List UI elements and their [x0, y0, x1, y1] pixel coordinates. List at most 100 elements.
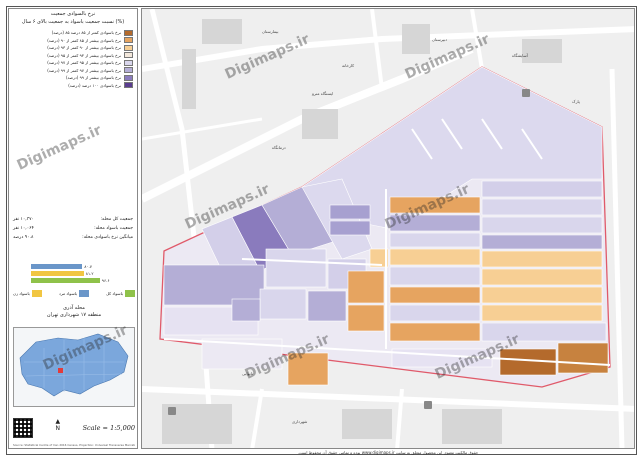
census-block[interactable]	[259, 288, 307, 320]
footer-box: ▲ N Scale = 1:5,000	[13, 411, 135, 445]
legend-item: نرخ باسوادی ۱۰۰ درصد (درصد)	[13, 82, 133, 90]
legend-label: نرخ باسوادی بیشتر از ۹۷ کمتر از ۹۹ (درصد…	[47, 67, 121, 73]
category-swatch	[31, 290, 42, 297]
category-item: باسواد مرد	[59, 290, 89, 297]
stat-label: میانگین نرخ باسوادی محله:	[82, 235, 133, 240]
legend-title: نرخ بالسوادی جمعیت	[50, 11, 96, 17]
literacy-bars: ۸۰.۷ ۸۱.۲ ۹۶.۶	[31, 263, 135, 287]
legend-label: نرخ باسوادی بیشتر از ۸۵ کمتر از ۹۰ (درصد…	[47, 37, 121, 43]
credit: Source: Statistical Centre of Iran 2016 …	[13, 443, 135, 447]
legend-swatch	[124, 59, 133, 66]
north-label: N	[55, 425, 61, 432]
legend-swatch	[124, 29, 133, 36]
stat-row: جمعیت باسواد محله: ۱۰,۰۶۴ نفر	[13, 226, 133, 235]
district-name: منطقه ۱۷ شهرداری تهران	[46, 312, 102, 318]
stat-row: میانگین نرخ باسوادی محله: ۹۰.۸ درصد	[13, 235, 133, 244]
census-block[interactable]	[347, 270, 385, 304]
legend-label: نرخ باسوادی بیشتر از ۹۳ کمتر از ۹۵ (درصد…	[47, 52, 121, 58]
stat-label: جمعیت باسواد محله:	[94, 226, 133, 231]
legend-swatch	[124, 67, 133, 74]
legend-label: نرخ باسوادی بیشتر از ۹۵ کمتر از ۹۷ (درصد…	[47, 60, 121, 66]
stat-row: جمعیت کل محله: ۱۰,۳۷۰ نفر	[13, 217, 133, 226]
legend-item: نرخ باسوادی بیشتر از ۹۵ کمتر از ۹۷ (درصد…	[13, 59, 133, 67]
basemap-building	[182, 49, 196, 109]
census-block[interactable]	[389, 304, 481, 322]
legend-swatch	[124, 44, 133, 51]
bar-row: ۹۶.۶	[31, 277, 135, 283]
map-label: شهرداری	[292, 419, 308, 424]
bar-row: ۸۱.۲	[31, 270, 135, 276]
bar	[31, 270, 84, 276]
census-block[interactable]	[231, 298, 261, 322]
census-block[interactable]	[481, 234, 603, 250]
category-label: باسواد زن	[13, 291, 30, 296]
census-block[interactable]	[481, 250, 603, 268]
bar-row: ۸۰.۷	[31, 263, 135, 269]
legend-swatch	[124, 37, 133, 44]
map-label: دبیرستان	[432, 37, 448, 42]
census-block[interactable]	[481, 180, 603, 198]
legend-subtitle: نسبت جمعیت باسواد به جمعیت بالای ۶ سال (…	[21, 19, 125, 25]
legend-item: نرخ باسوادی بیشتر از ۹۷ کمتر از ۹۹ (درصد…	[13, 67, 133, 75]
legend-item: نرخ باسوادی کمتر از ۸۵ درصد ۸۵ (درصد)	[13, 29, 133, 37]
bar-value: ۹۶.۶	[101, 277, 110, 283]
map-label: پارک	[572, 99, 580, 104]
map-label: آسایشگاه	[512, 53, 528, 58]
neighborhood-name: محله آذری	[63, 305, 85, 311]
region-title: محله آذری منطقه ۱۷ شهرداری تهران	[13, 305, 135, 319]
census-block[interactable]	[389, 248, 481, 266]
stats-block: جمعیت کل محله: ۱۰,۳۷۰ نفر جمعیت باسواد م…	[13, 217, 133, 244]
stat-value: ۱۰,۰۶۴ نفر	[13, 226, 34, 231]
stat-label: جمعیت کل محله:	[100, 217, 133, 222]
census-block[interactable]	[329, 220, 371, 236]
category-swatch	[125, 290, 135, 297]
category-label: باسواد کل	[106, 291, 123, 296]
legend-label: نرخ باسوادی بیشتر از ۹۹ (درصد)	[65, 75, 121, 81]
census-block[interactable]	[329, 204, 371, 220]
census-block[interactable]	[481, 216, 603, 234]
category-item: باسواد کل	[106, 290, 135, 297]
scale-label: Scale = 1:5,000	[82, 424, 135, 432]
bar-value: ۸۱.۲	[85, 270, 94, 276]
census-block[interactable]	[307, 290, 347, 322]
census-block[interactable]	[481, 268, 603, 286]
qr-code-icon	[13, 418, 33, 438]
stat-value: ۱۰,۳۷۰ نفر	[13, 217, 34, 222]
census-block[interactable]	[557, 342, 609, 374]
map-label: درمانگاه	[272, 145, 286, 150]
map-label: بیمارستان	[262, 29, 279, 34]
census-block[interactable]	[389, 266, 481, 286]
category-label: باسواد مرد	[58, 291, 77, 296]
census-block[interactable]	[481, 198, 603, 216]
basemap-building	[302, 109, 338, 139]
map-label: ایستگاه مترو	[312, 91, 334, 96]
north-arrow-icon: ▲	[55, 418, 61, 425]
parking-icon	[168, 407, 176, 415]
map-label: کارخانه	[342, 63, 355, 68]
legend-item: نرخ باسوادی بیشتر از ۸۵ کمتر از ۹۰ (درصد…	[13, 37, 133, 45]
legend-list: نرخ باسوادی کمتر از ۸۵ درصد ۸۵ (درصد) نر…	[13, 29, 133, 89]
basemap-building	[522, 39, 562, 63]
category-swatch	[79, 290, 89, 297]
stat-value: ۹۰.۸ درصد	[13, 235, 34, 240]
census-block[interactable]	[481, 304, 603, 322]
inset-highlight	[58, 368, 63, 373]
legend-label: نرخ باسوادی بیشتر از ۹۰ کمتر از ۹۳ (درصد…	[47, 45, 121, 51]
north-arrow: ▲ N	[51, 418, 65, 438]
legend-label: نرخ باسوادی کمتر از ۸۵ درصد ۸۵ (درصد)	[51, 30, 121, 36]
legend-item: نرخ باسوادی بیشتر از ۹۳ کمتر از ۹۵ (درصد…	[13, 52, 133, 60]
bar	[31, 277, 100, 283]
legend-item: نرخ باسوادی بیشتر از ۹۰ کمتر از ۹۳ (درصد…	[13, 44, 133, 52]
category-item: باسواد زن	[13, 290, 42, 297]
parking-icon	[522, 89, 530, 97]
census-block[interactable]	[347, 304, 385, 332]
census-block[interactable]	[389, 286, 481, 304]
bar-value: ۸۰.۷	[84, 263, 92, 269]
census-block[interactable]	[389, 232, 481, 248]
census-block[interactable]	[481, 286, 603, 304]
census-block[interactable]	[265, 248, 327, 288]
category-legend: باسواد کل باسواد مرد باسواد زن	[13, 290, 135, 297]
basemap-building	[402, 24, 430, 54]
census-block[interactable]	[389, 322, 481, 342]
main-map[interactable]: بیمارستان دبیرستان آسایشگاه ایستگاه مترو…	[141, 8, 635, 449]
